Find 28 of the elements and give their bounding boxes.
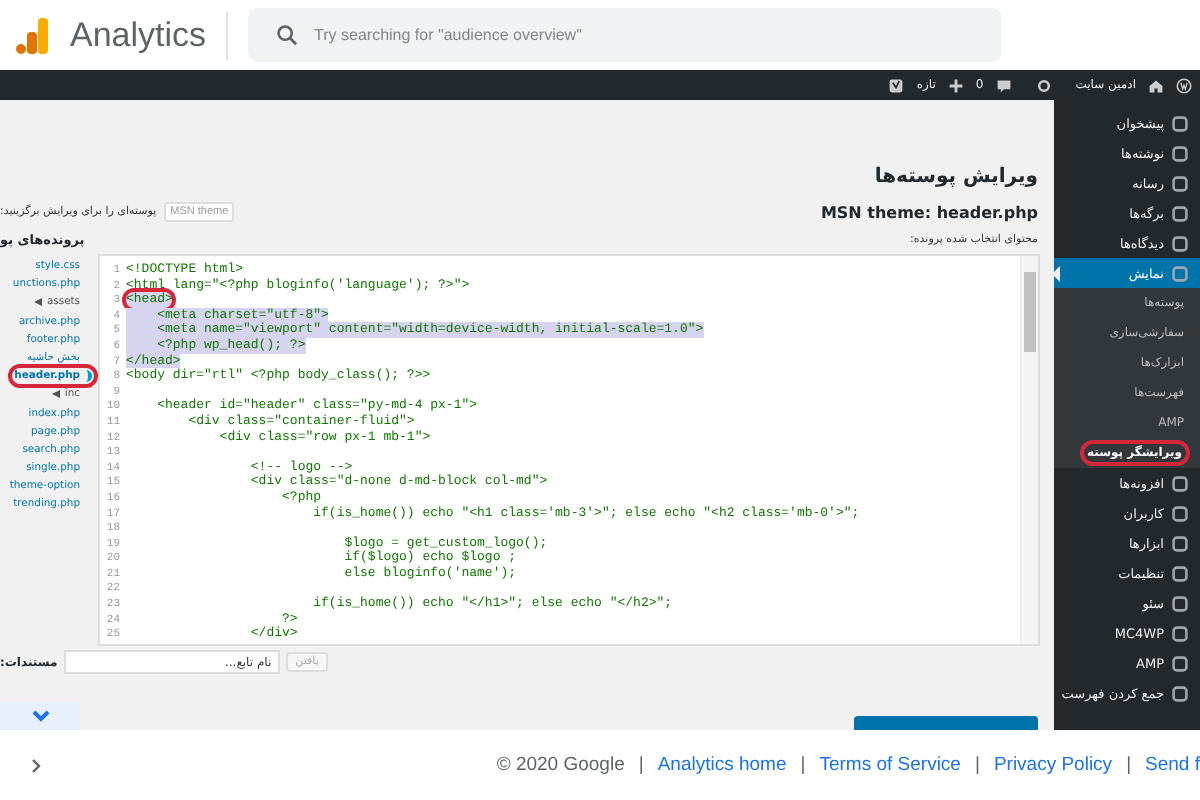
yoast-icon[interactable]	[888, 77, 905, 93]
separator: |	[1126, 754, 1132, 776]
copyright-text: © 2020 Google	[496, 754, 625, 776]
footer-link[interactable]: Analytics home	[657, 754, 787, 776]
chevron-down-icon[interactable]	[0, 702, 80, 730]
page-title: ویرایش پوسته‌ها	[874, 166, 1038, 188]
footer-link[interactable]: Privacy Policy	[993, 754, 1113, 776]
separator: |	[974, 754, 980, 776]
footer-link[interactable]: Terms of Service	[819, 754, 961, 776]
code-editor[interactable]	[98, 254, 1040, 646]
caret-icon[interactable]	[34, 298, 43, 307]
plus-icon[interactable]	[947, 77, 964, 93]
footer-link[interactable]: Send f	[1145, 754, 1200, 776]
search-field[interactable]: Try searching for "audience overview"	[314, 26, 915, 44]
search-icon[interactable]	[276, 24, 299, 46]
search-bar[interactable]: Try searching for "audience overview"	[248, 8, 1003, 62]
bar-chart-logo-icon	[16, 17, 50, 53]
caret-icon[interactable]	[52, 390, 61, 399]
wordpress-logo-icon[interactable]	[1176, 77, 1192, 93]
chevron-right-icon[interactable]	[28, 757, 44, 773]
file-heading: MSN theme: header.php	[820, 203, 1038, 221]
refresh-icon[interactable]	[1035, 77, 1052, 93]
separator: |	[800, 754, 806, 776]
separator: |	[638, 754, 644, 776]
app-title: Analytics	[70, 15, 207, 55]
comment-icon[interactable]	[995, 77, 1012, 93]
scrollbar[interactable]	[1020, 256, 1038, 644]
home-icon[interactable]	[1148, 77, 1164, 93]
